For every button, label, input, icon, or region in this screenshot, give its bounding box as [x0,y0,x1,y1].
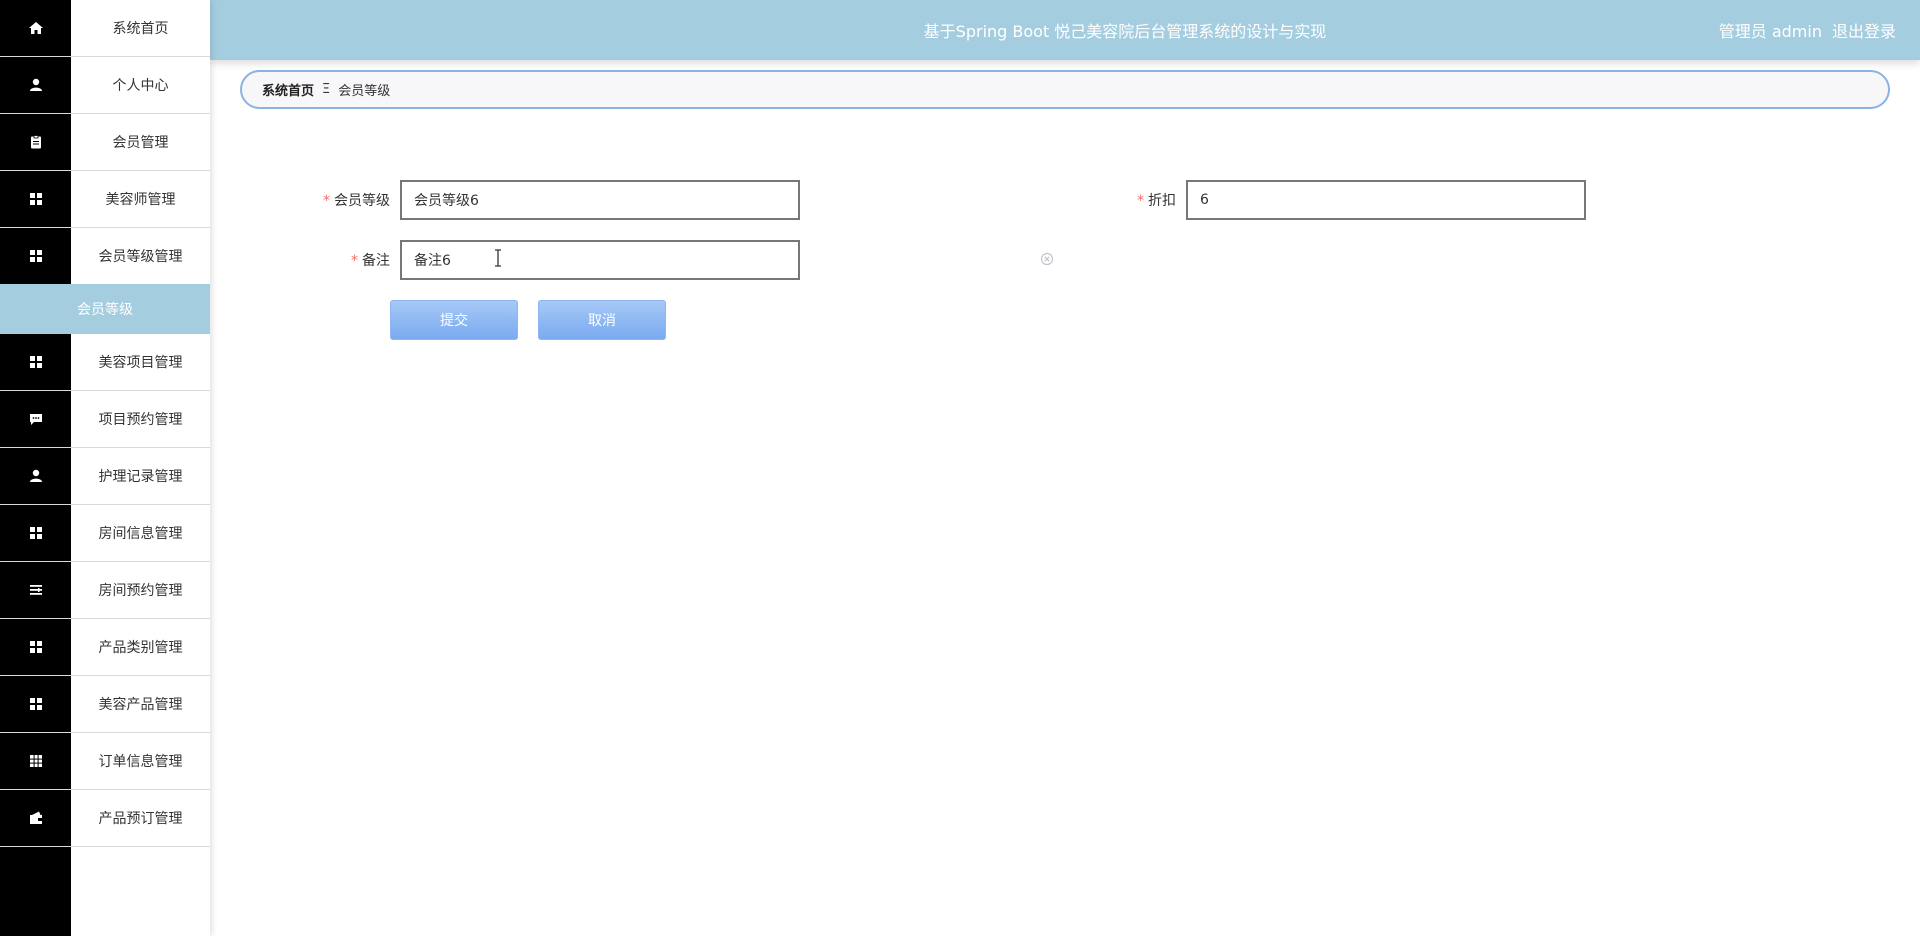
sidebar-item-product-reservations[interactable]: 产品预订管理 [0,790,210,847]
sidebar-item-orders[interactable]: 订单信息管理 [0,733,210,790]
required-mark: * [323,193,330,209]
grid-icon [0,228,71,285]
grid-icon [0,334,71,391]
required-mark: * [1137,193,1144,209]
level-input[interactable]: 会员等级6 [400,180,800,220]
table-icon [0,733,71,790]
sidebar-item-beauty-products[interactable]: 美容产品管理 [0,676,210,733]
sidebar-item-label: 房间信息管理 [71,505,210,562]
top-header: 基于Spring Boot 悦己美容院后台管理系统的设计与实现 管理员 admi… [210,0,1920,60]
logout-link[interactable]: 退出登录 [1832,18,1896,42]
header-user-area: 管理员 admin 退出登录 [1719,0,1896,60]
sidebar-item-label: 项目预约管理 [71,391,210,448]
sidebar-item-label: 房间预约管理 [71,562,210,619]
sidebar-item-label: 订单信息管理 [71,733,210,790]
sidebar-item-beauticians[interactable]: 美容师管理 [0,171,210,228]
sidebar-item-label: 美容师管理 [71,171,210,228]
wallet-icon [0,790,71,847]
home-icon [0,0,71,57]
sidebar-item-label: 美容产品管理 [71,676,210,733]
sidebar-item-member-levels[interactable]: 会员等级管理 [0,228,210,285]
sidebar-item-label: 美容项目管理 [71,334,210,391]
sidebar: 系统首页 个人中心 会员管理 美容师管理 会员等级管理 会员等级 美容项目管理 [0,0,210,936]
user-label: 管理员 admin [1718,22,1822,41]
sidebar-item-room-info[interactable]: 房间信息管理 [0,505,210,562]
sidebar-item-label: 会员等级管理 [71,228,210,285]
sidebar-item-label: 个人中心 [71,57,210,114]
sidebar-item-room-booking[interactable]: 房间预约管理 [0,562,210,619]
cancel-button[interactable]: 取消 [538,300,666,340]
submit-button[interactable]: 提交 [390,300,518,340]
breadcrumb: 系统首页 Ξ 会员等级 [240,70,1890,109]
chat-icon [0,391,71,448]
level-label: * 会员等级 [323,193,390,209]
sidebar-item-label: 会员管理 [71,114,210,171]
grid-icon [0,505,71,562]
sidebar-subitem-member-level[interactable]: 会员等级 [0,284,210,334]
sidebar-item-label: 系统首页 [71,0,210,57]
discount-label: * 折扣 [1137,193,1176,209]
sidebar-item-label: 产品类别管理 [71,619,210,676]
form-row-level: * 会员等级 会员等级6 [300,180,800,220]
remark-label: * 备注 [351,253,390,269]
sidebar-item-profile[interactable]: 个人中心 [0,57,210,114]
user-icon [0,57,71,114]
user-icon [0,448,71,505]
sidebar-item-label: 产品预订管理 [71,790,210,847]
breadcrumb-home[interactable]: 系统首页 [262,80,314,99]
form-row-discount: * 折扣 6 [1110,180,1586,220]
required-mark: * [351,253,358,269]
sidebar-item-label: 护理记录管理 [71,448,210,505]
sidebar-item-project-booking[interactable]: 项目预约管理 [0,391,210,448]
grid-icon [0,619,71,676]
form-row-remark: * 备注 备注6 [300,240,800,280]
clipboard-icon [0,114,71,171]
sidebar-item-members[interactable]: 会员管理 [0,114,210,171]
sidebar-item-home[interactable]: 系统首页 [0,0,210,57]
breadcrumb-current: 会员等级 [338,84,391,99]
discount-input[interactable]: 6 [1186,180,1586,220]
sidebar-item-beauty-projects[interactable]: 美容项目管理 [0,334,210,391]
remark-input[interactable]: 备注6 [400,240,800,280]
clear-icon[interactable] [1040,252,1054,266]
sidebar-item-care-records[interactable]: 护理记录管理 [0,448,210,505]
sidebar-item-product-categories[interactable]: 产品类别管理 [0,619,210,676]
breadcrumb-separator-icon: Ξ [322,82,331,97]
grid-icon [0,676,71,733]
list-icon [0,562,71,619]
grid-icon [0,171,71,228]
text-cursor-icon [495,249,501,267]
app-title: 基于Spring Boot 悦己美容院后台管理系统的设计与实现 [923,22,1327,41]
